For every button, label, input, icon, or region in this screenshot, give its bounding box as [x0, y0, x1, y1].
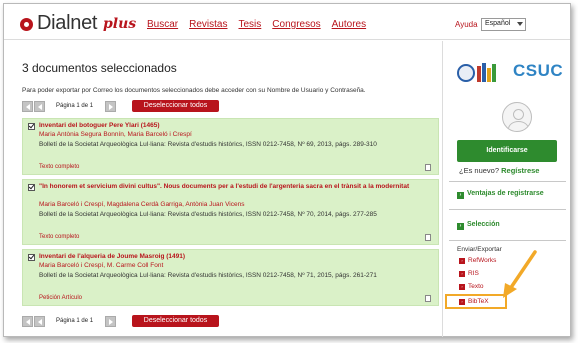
annotation-arrow-icon [503, 250, 537, 298]
record-checkbox[interactable] [28, 254, 35, 261]
record-item: Inventari del botoguer Pere Ylari (1465)… [22, 118, 439, 175]
export-note: Para poder exportar por Correo los docum… [22, 87, 366, 94]
record-checkbox[interactable] [28, 184, 35, 191]
register-link[interactable]: Regístrese [501, 166, 539, 175]
login-button[interactable]: Identificarse [457, 140, 557, 162]
export-text[interactable]: › Texto [459, 283, 484, 290]
user-avatar-icon [502, 102, 532, 132]
record-title[interactable]: Inventari del botoguer Pere Ylari (1465) [39, 122, 435, 131]
language-select[interactable]: Español [481, 18, 526, 31]
csuc-logo[interactable]: CSUC [513, 61, 563, 81]
prev-page-button[interactable] [34, 316, 45, 327]
export-refworks-label: RefWorks [468, 257, 497, 264]
chevron-right-icon: › [459, 284, 465, 290]
record-item: "In honorem et servicium divini cultus".… [22, 179, 439, 245]
export-heading: Enviar/Exportar [457, 246, 502, 253]
first-page-button[interactable] [22, 101, 33, 112]
seal-icon [457, 64, 475, 82]
sidebar: CSUC Identificarse ¿Es nuevo? Regístrese… [442, 41, 570, 337]
document-icon[interactable] [425, 295, 431, 302]
browser-frame: Dialnet plus Buscar Revistas Tesis Congreso… [3, 3, 571, 337]
last-page-button[interactable] [105, 101, 116, 112]
logo-text[interactable]: Dialnet [37, 12, 97, 35]
bibtex-highlight-box [445, 294, 507, 309]
deselect-all-button[interactable]: Deseleccionar todos [132, 315, 219, 327]
main-content: 3 documentos seleccionados Para poder ex… [4, 41, 440, 337]
divider [449, 181, 566, 182]
full-text-link[interactable]: Texto completo [39, 164, 79, 170]
document-icon[interactable] [425, 234, 431, 241]
nav-buscar[interactable]: Buscar [147, 19, 178, 30]
institution-logo[interactable] [457, 61, 499, 85]
new-user-question: ¿Es nuevo? [459, 166, 500, 175]
divider [449, 240, 566, 241]
selection-link[interactable]: › Selección [457, 221, 500, 230]
request-article-link[interactable]: Petición Artículo [39, 295, 82, 301]
dialnet-logo-icon[interactable] [20, 18, 33, 31]
record-authors[interactable]: Maria Barceló i Crespí, M. Carme Coll Fo… [39, 262, 163, 269]
header: Dialnet plus Buscar Revistas Tesis Congreso… [4, 4, 570, 40]
pager-text: Página 1 de 1 [56, 318, 94, 324]
page-title: 3 documentos seleccionados [22, 61, 177, 75]
record-authors[interactable]: Maria Antònia Segura Bonnín, Maria Barce… [39, 131, 192, 138]
divider [449, 209, 566, 210]
language-value: Español [485, 20, 511, 27]
last-page-button[interactable] [105, 316, 116, 327]
record-item: Inventari de l'alqueria de Joume Masroig… [22, 249, 439, 306]
export-ris[interactable]: › RIS [459, 270, 479, 277]
record-source[interactable]: Bolletí de la Societat Arqueològica Lul·… [39, 210, 419, 219]
record-authors[interactable]: Maria Barceló i Crespí, Magdalena Cerdà … [39, 201, 244, 208]
export-text-label: Texto [468, 283, 484, 290]
chevron-right-icon: › [457, 192, 464, 199]
record-source[interactable]: Bolletí de la Societat Arqueològica Lul·… [39, 140, 419, 149]
logo-plus: plus [103, 16, 137, 32]
chevron-right-icon: › [459, 271, 465, 277]
export-refworks[interactable]: › RefWorks [459, 257, 496, 264]
prev-page-button[interactable] [34, 101, 45, 112]
record-title[interactable]: Inventari de l'alqueria de Joume Masroig… [39, 253, 435, 262]
benefits-link[interactable]: › Ventajas de registrarse [457, 190, 544, 199]
chevron-down-icon [517, 22, 523, 26]
benefits-label: Ventajas de registrarse [467, 190, 544, 197]
nav-tesis[interactable]: Tesis [238, 19, 261, 30]
chevron-right-icon: › [459, 258, 465, 264]
chevron-right-icon: › [457, 223, 464, 230]
books-icon [477, 62, 499, 82]
nav-congresos[interactable]: Congresos [272, 19, 320, 30]
record-title[interactable]: "In honorem et servicium divini cultus".… [39, 183, 435, 192]
help-link[interactable]: Ayuda [455, 20, 478, 29]
document-icon[interactable] [425, 164, 431, 171]
main-nav: Buscar Revistas Tesis Congresos Autores [147, 19, 377, 30]
export-ris-label: RIS [468, 270, 479, 277]
full-text-link[interactable]: Texto completo [39, 234, 79, 240]
nav-autores[interactable]: Autores [332, 19, 366, 30]
pager-text: Página 1 de 1 [56, 103, 94, 109]
selection-label: Selección [467, 221, 500, 228]
record-checkbox[interactable] [28, 123, 35, 130]
deselect-all-button[interactable]: Deseleccionar todos [132, 100, 219, 112]
nav-revistas[interactable]: Revistas [189, 19, 227, 30]
record-source[interactable]: Bolletí de la Societat Arqueològica Lul·… [39, 271, 419, 280]
first-page-button[interactable] [22, 316, 33, 327]
new-user-prompt: ¿Es nuevo? Regístrese [459, 166, 539, 175]
